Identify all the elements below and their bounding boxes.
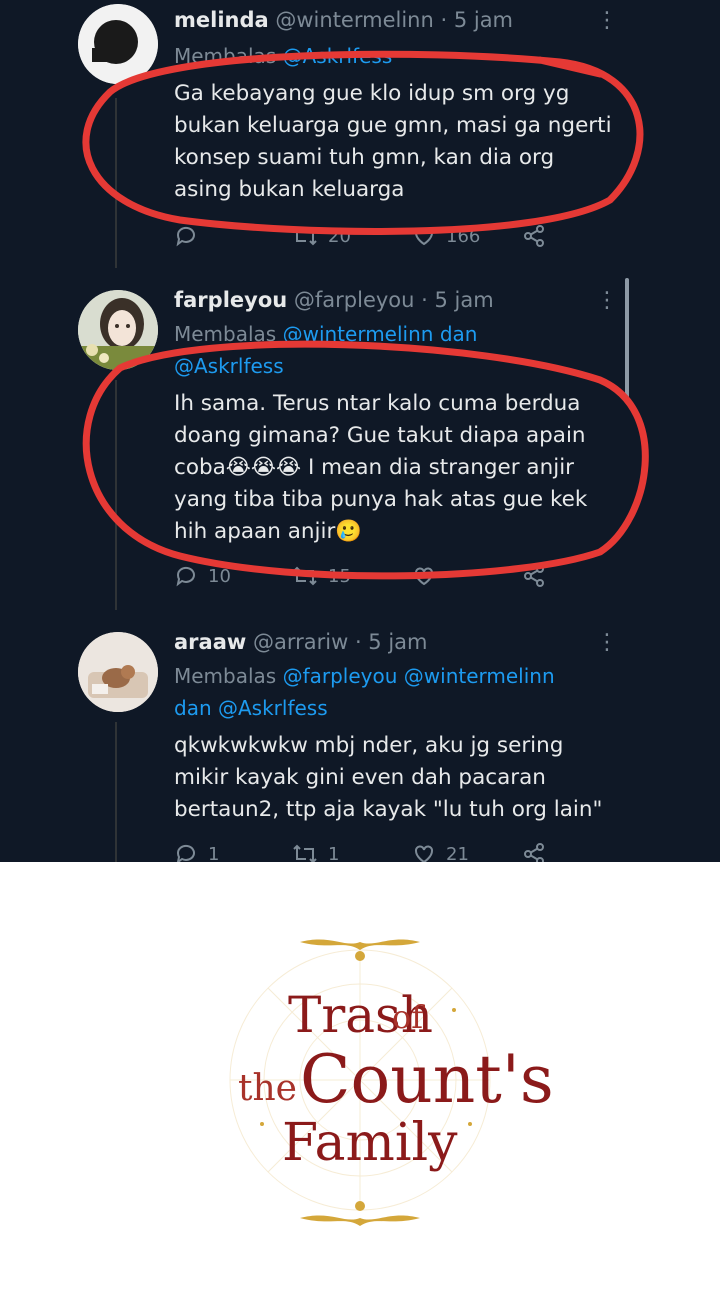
reply-joiner: dan bbox=[174, 696, 212, 720]
text-line: konsep suami tuh gmn, kan dia org bbox=[174, 145, 555, 170]
reply-context: Membalas @farpleyou @wintermelinn dan @A… bbox=[174, 660, 634, 724]
reply-action[interactable]: 10 bbox=[174, 564, 231, 588]
timestamp[interactable]: · 5 jam bbox=[355, 630, 428, 654]
reply-joiner: dan bbox=[439, 322, 478, 346]
share-icon bbox=[524, 843, 544, 862]
mention-link[interactable]: @Askrlfess bbox=[218, 696, 328, 720]
reply-action[interactable] bbox=[174, 224, 208, 248]
avatar-image bbox=[78, 632, 158, 712]
avatar-image bbox=[78, 4, 158, 84]
reply-prefix: Membalas bbox=[174, 664, 277, 688]
logo-word: of bbox=[392, 998, 425, 1036]
tweet-text: qkwkwkwkw mbj nder, aku jg sering mikir … bbox=[174, 730, 634, 826]
text-line: Ga kebayang gue klo idup sm org yg bbox=[174, 81, 570, 106]
mention-link[interactable]: @Askrlfess bbox=[174, 354, 284, 378]
mention-link[interactable]: @farpleyou bbox=[283, 664, 398, 688]
text-line: doang gimana? Gue takut diapa apain bbox=[174, 423, 586, 448]
reply-count: 10 bbox=[208, 565, 231, 587]
like-action[interactable]: 21 bbox=[412, 842, 469, 862]
text-line: bertaun2, ttp aja kayak "lu tuh org lain… bbox=[174, 797, 603, 822]
retweet-action[interactable]: 15 bbox=[292, 564, 351, 588]
mention-link[interactable]: @Askrlfess bbox=[283, 44, 393, 68]
mention-link[interactable]: @wintermelinn bbox=[404, 664, 555, 688]
text-line: yang tiba tiba punya hak atas gue kek bbox=[174, 487, 588, 512]
logo-word: the bbox=[238, 1068, 297, 1109]
retweet-icon bbox=[293, 226, 317, 246]
reply-context: Membalas @Askrlfess bbox=[174, 40, 634, 72]
display-name[interactable]: melinda bbox=[174, 8, 269, 32]
text-line: hih apaan anjir🥲 bbox=[174, 519, 363, 544]
heart-icon bbox=[415, 567, 433, 586]
mention-link[interactable]: @wintermelinn bbox=[283, 322, 434, 346]
text-line: bukan keluarga gue gmn, masi ga ngerti bbox=[174, 113, 612, 138]
tweet-header: melinda @wintermelinn · 5 jam bbox=[174, 8, 513, 32]
like-count: 21 bbox=[446, 843, 469, 863]
text-line: Ih sama. Terus ntar kalo cuma berdua bbox=[174, 391, 581, 416]
reply-icon bbox=[176, 226, 195, 247]
twitter-screenshot: melinda @wintermelinn · 5 jam ⋮ Membalas… bbox=[0, 0, 720, 862]
more-options-icon[interactable]: ⋮ bbox=[596, 290, 618, 312]
tweet-araaw[interactable]: araaw @arrariw · 5 jam ⋮ Membalas @farpl… bbox=[0, 622, 720, 862]
text-line: asing bukan keluarga bbox=[174, 177, 405, 202]
reply-prefix: Membalas bbox=[174, 44, 277, 68]
avatar[interactable] bbox=[78, 632, 158, 712]
tweet-farpleyou[interactable]: farpleyou @farpleyou · 5 jam ⋮ Membalas … bbox=[0, 280, 720, 610]
tweet-text: Ga kebayang gue klo idup sm org yg bukan… bbox=[174, 78, 634, 206]
more-options-icon[interactable]: ⋮ bbox=[596, 10, 618, 32]
reply-context: Membalas @wintermelinn dan @Askrlfess bbox=[174, 318, 634, 382]
tweet-text: Ih sama. Terus ntar kalo cuma berdua doa… bbox=[174, 388, 634, 548]
retweet-action[interactable]: 20 bbox=[292, 224, 351, 248]
reply-prefix: Membalas bbox=[174, 322, 277, 346]
avatar-image bbox=[78, 290, 158, 370]
share-action[interactable] bbox=[522, 564, 546, 588]
handle[interactable]: @arrariw bbox=[253, 630, 348, 654]
handle[interactable]: @farpleyou bbox=[294, 288, 415, 312]
tweet-actions: 10 15 bbox=[174, 564, 574, 594]
like-action[interactable]: 166 bbox=[412, 224, 480, 248]
tweet-actions: 1 1 21 bbox=[174, 842, 574, 862]
logo-word: Family bbox=[282, 1113, 458, 1173]
like-count: 166 bbox=[446, 225, 481, 247]
text-line: mikir kayak gini even dah pacaran bbox=[174, 765, 546, 790]
logo-graphic: Trash of the Count's Family bbox=[229, 939, 554, 1226]
share-action[interactable] bbox=[522, 224, 546, 248]
reply-count: 1 bbox=[208, 843, 220, 863]
share-icon bbox=[524, 565, 544, 587]
retweet-action[interactable]: 1 bbox=[292, 842, 339, 862]
reply-action[interactable]: 1 bbox=[174, 842, 219, 862]
avatar[interactable] bbox=[78, 4, 158, 84]
avatar[interactable] bbox=[78, 290, 158, 370]
timestamp[interactable]: · 5 jam bbox=[440, 8, 513, 32]
share-action[interactable] bbox=[522, 842, 546, 862]
like-action[interactable] bbox=[412, 564, 446, 588]
timestamp[interactable]: · 5 jam bbox=[421, 288, 494, 312]
heart-icon bbox=[415, 845, 433, 862]
logo-word: Count's bbox=[300, 1041, 554, 1118]
retweet-count: 20 bbox=[328, 225, 351, 247]
reply-icon bbox=[176, 566, 195, 587]
display-name[interactable]: farpleyou bbox=[174, 288, 287, 312]
retweet-count: 1 bbox=[328, 843, 340, 863]
display-name[interactable]: araaw bbox=[174, 630, 246, 654]
more-options-icon[interactable]: ⋮ bbox=[596, 632, 618, 654]
ornament-bottom bbox=[300, 1201, 420, 1226]
tweet-header: araaw @arrariw · 5 jam bbox=[174, 630, 427, 654]
retweet-icon bbox=[293, 844, 317, 862]
retweet-icon bbox=[293, 566, 317, 586]
reply-icon bbox=[176, 844, 195, 862]
tweet-actions: 20 166 bbox=[174, 224, 574, 254]
tweet-melinda[interactable]: melinda @wintermelinn · 5 jam ⋮ Membalas… bbox=[0, 0, 720, 270]
handle[interactable]: @wintermelinn bbox=[275, 8, 433, 32]
series-logo: Trash of the Count's Family bbox=[0, 862, 720, 1289]
text-line: coba😭😭😭 I mean dia stranger anjir bbox=[174, 455, 575, 480]
share-icon bbox=[524, 225, 544, 247]
text-line: qkwkwkwkw mbj nder, aku jg sering bbox=[174, 733, 564, 758]
retweet-count: 15 bbox=[328, 565, 351, 587]
tweet-header: farpleyou @farpleyou · 5 jam bbox=[174, 288, 494, 312]
heart-icon bbox=[415, 227, 433, 246]
